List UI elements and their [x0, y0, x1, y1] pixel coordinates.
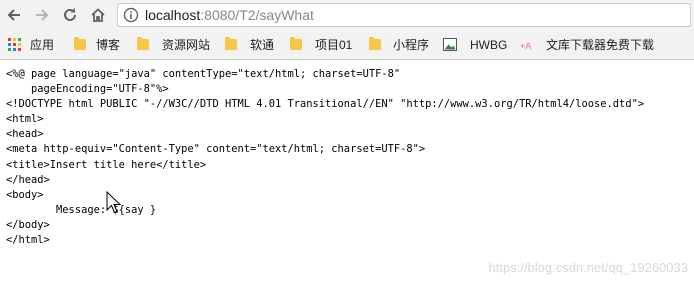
- source-line: <head>: [6, 128, 44, 141]
- source-line: <meta http-equiv="Content-Type" content=…: [6, 143, 426, 156]
- svg-text:+A: +A: [520, 41, 531, 51]
- source-line: </html>: [6, 234, 50, 247]
- bookmark-label: 项目01: [315, 38, 353, 52]
- bookmark-label: 小程序: [393, 38, 430, 52]
- bookmark-label: 软通: [250, 38, 275, 52]
- mouse-cursor-icon: [106, 191, 122, 214]
- forward-button[interactable]: [31, 4, 53, 26]
- source-line: <title>Insert title here</title>: [6, 158, 207, 171]
- folder-icon: [137, 37, 149, 50]
- source-line: <html>: [6, 113, 44, 126]
- browser-toolbar: localhost:8080/T2/sayWhat: [0, 0, 694, 30]
- source-line: pageEncoding="UTF-8"%>: [6, 83, 169, 96]
- folder-icon: [369, 37, 381, 50]
- bookmark-folder-project01[interactable]: 项目01: [290, 30, 352, 59]
- source-line: </head>: [6, 173, 50, 186]
- bookmarks-bar: 应用 博客 资源网站 软通 项目01 小程序 HWBG +A 文库下载器免费下载: [0, 30, 694, 60]
- url-host: localhost: [145, 7, 201, 23]
- source-line: <%@ page language="java" contentType="te…: [6, 68, 401, 80]
- info-icon[interactable]: [123, 7, 139, 23]
- source-line: </body>: [6, 218, 50, 231]
- source-line: <body>: [6, 188, 44, 201]
- bookmark-apps[interactable]: 应用: [8, 30, 54, 59]
- bookmark-label: 文库下载器免费下载: [546, 38, 655, 52]
- bookmark-label: 博客: [96, 38, 121, 52]
- reload-icon: [64, 8, 76, 21]
- folder-icon: [74, 37, 86, 50]
- bookmark-wenku-downloader[interactable]: +A 文库下载器免费下载: [520, 30, 690, 59]
- bookmark-folder-miniprogram[interactable]: 小程序: [369, 30, 429, 59]
- reload-button[interactable]: [59, 4, 81, 26]
- bookmark-hwbg[interactable]: HWBG: [443, 30, 507, 59]
- source-line: Message: ${say }: [6, 203, 157, 216]
- home-icon: [91, 8, 105, 22]
- bookmark-folder-blog[interactable]: 博客: [74, 30, 120, 59]
- bookmark-folder-ruantong[interactable]: 软通: [225, 30, 274, 59]
- address-url[interactable]: localhost:8080/T2/sayWhat: [145, 7, 314, 23]
- watermark-text: https://blog.csdn.net/qq_19260033: [488, 260, 689, 275]
- home-button[interactable]: [87, 4, 109, 26]
- back-button[interactable]: [3, 4, 25, 26]
- site-favicon: +A: [520, 41, 531, 51]
- folder-icon: [290, 37, 302, 50]
- url-path: :8080/T2/sayWhat: [200, 7, 314, 23]
- bookmark-label: 应用: [30, 38, 55, 52]
- forward-arrow-icon: [36, 9, 49, 21]
- page-source-text: <%@ page language="java" contentType="te…: [6, 67, 690, 248]
- bookmark-folder-resources[interactable]: 资源网站: [137, 30, 210, 59]
- apps-grid-icon: [8, 38, 21, 51]
- back-arrow-icon: [7, 9, 20, 21]
- image-icon: [443, 38, 457, 51]
- bookmark-label: 资源网站: [162, 38, 211, 52]
- address-bar[interactable]: localhost:8080/T2/sayWhat: [117, 3, 691, 27]
- folder-icon: [225, 37, 237, 50]
- source-line: <!DOCTYPE html PUBLIC "-//W3C//DTD HTML …: [6, 98, 645, 111]
- page-content: <%@ page language="java" contentType="te…: [6, 67, 690, 248]
- bookmark-label: HWBG: [470, 37, 508, 52]
